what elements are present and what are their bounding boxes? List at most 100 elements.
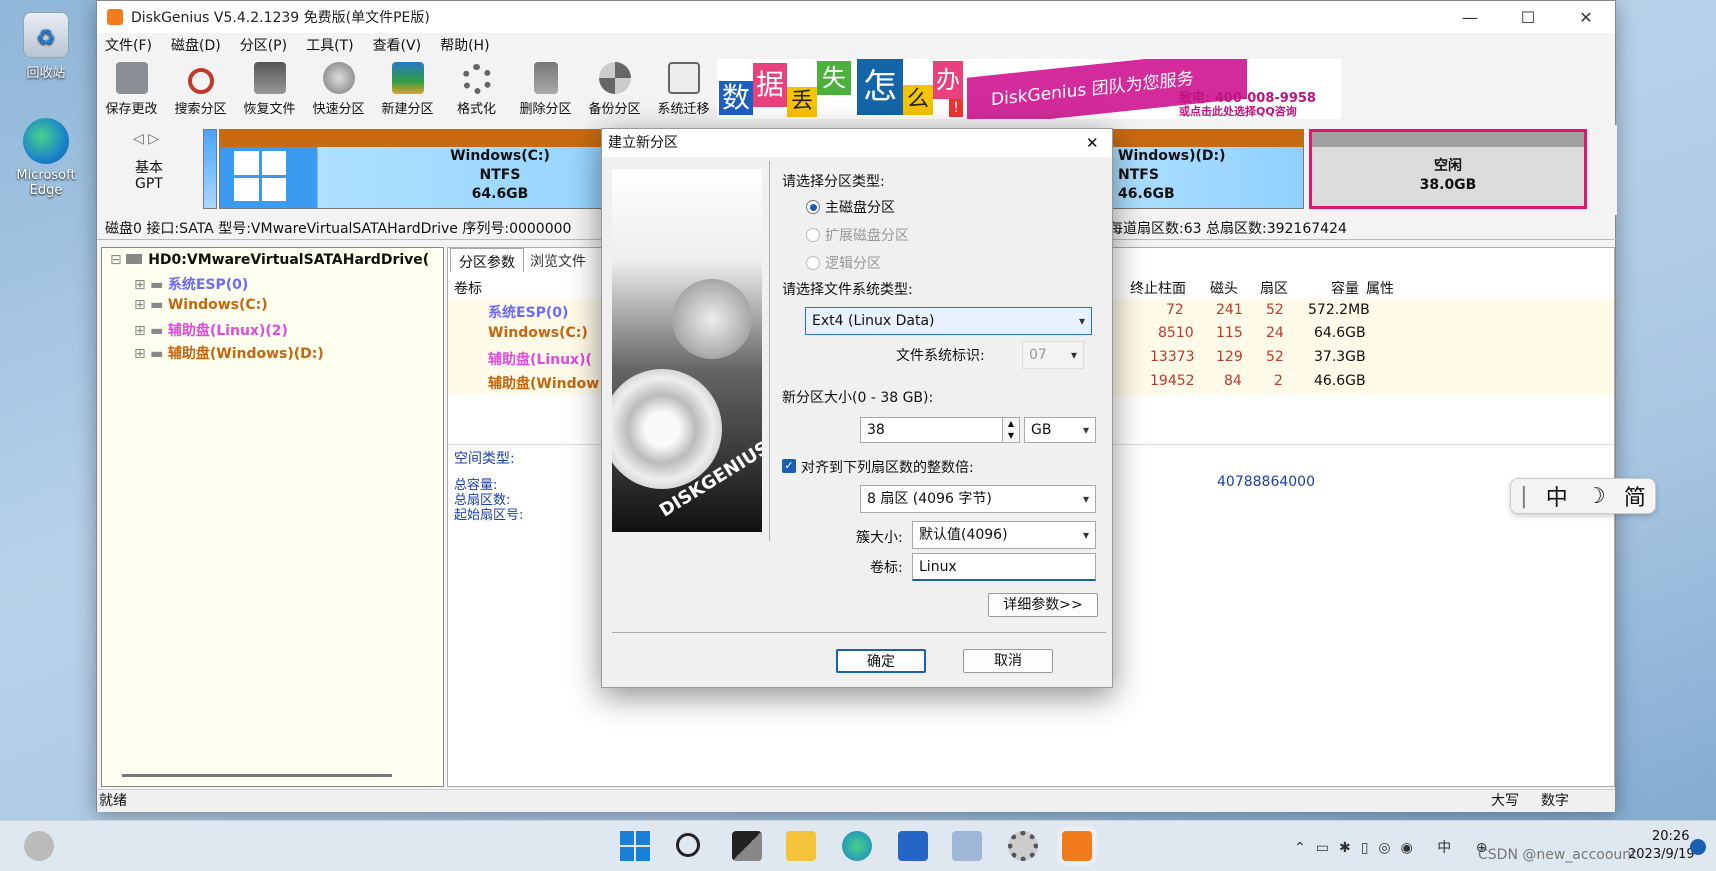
quick-partition-button[interactable]: 快速分区 xyxy=(304,59,373,121)
segment-fs: NTFS xyxy=(1118,167,1159,183)
partition-d-segment[interactable]: Windows)(D:) NTFS 46.6GB xyxy=(1109,129,1304,209)
disk-type: 基本 xyxy=(135,160,163,176)
menu-file[interactable]: 文件(F) xyxy=(105,35,152,55)
new-partition-button[interactable]: 新建分区 xyxy=(373,59,442,121)
menu-partition[interactable]: 分区(P) xyxy=(240,35,287,55)
menu-help[interactable]: 帮助(H) xyxy=(440,35,489,55)
dialog-close-button[interactable]: ✕ xyxy=(1086,129,1099,157)
search-partition-button[interactable]: 搜索分区 xyxy=(166,59,235,121)
trash-icon xyxy=(533,62,558,94)
chevron-down-icon: ▾ xyxy=(1082,528,1089,542)
partition-type-label: 请选择分区类型: xyxy=(782,174,885,190)
tree-item-d[interactable]: ⊞ ▬ 辅助盘(Windows)(D:) xyxy=(134,343,324,363)
fs-type-select[interactable]: Ext4 (Linux Data) ▾ xyxy=(805,307,1092,335)
partition-esp-segment[interactable] xyxy=(203,129,217,209)
tree-item-linux[interactable]: ⊞ ▬ 辅助盘(Linux)(2) xyxy=(134,320,288,340)
align-checkbox[interactable]: ✓ xyxy=(782,459,796,473)
fs-id-select[interactable]: 07 ▾ xyxy=(1022,341,1084,369)
fs-type-label: 请选择文件系统类型: xyxy=(782,282,913,298)
minimize-button[interactable]: — xyxy=(1441,1,1499,33)
banner-char: 据 xyxy=(753,63,787,107)
delete-partition-button[interactable]: 删除分区 xyxy=(511,59,580,121)
clock-time[interactable]: 20:26 xyxy=(1652,829,1689,844)
tray-icons[interactable]: ⌃▭✱▯◎◉ 中 ⊕ xyxy=(1294,837,1497,857)
diskgenius-taskbar-icon[interactable] xyxy=(1062,831,1092,861)
banner-char: 怎 xyxy=(857,59,903,115)
store-icon[interactable] xyxy=(898,831,928,861)
primary-partition-radio[interactable]: 主磁盘分区 xyxy=(806,197,895,217)
settings-icon[interactable] xyxy=(1008,831,1038,861)
segment-size: 38.0GB xyxy=(1419,177,1477,193)
detail-start-sector: 起始扇区号: xyxy=(454,508,524,523)
search-icon[interactable] xyxy=(676,833,700,857)
column-head: 磁头 xyxy=(1210,281,1238,297)
cancel-button[interactable]: 取消 xyxy=(963,649,1053,673)
size-unit-select[interactable]: GB ▾ xyxy=(1024,417,1096,443)
column-sector: 扇区 xyxy=(1260,281,1288,297)
logical-partition-radio[interactable]: 逻辑分区 xyxy=(806,253,881,273)
align-label: 对齐到下列扇区数的整数倍: xyxy=(801,460,974,476)
cluster-select[interactable]: 默认值(4096) ▾ xyxy=(912,521,1096,549)
status-bar: 就绪 大写 数字 xyxy=(97,789,1615,812)
extended-partition-radio[interactable]: 扩展磁盘分区 xyxy=(806,225,909,245)
banner-char: 么 xyxy=(903,85,933,115)
tab-browse-files[interactable]: 浏览文件 xyxy=(522,248,594,272)
align-select[interactable]: 8 扇区 (4096 字节) ▾ xyxy=(860,485,1096,513)
edge-taskbar-icon[interactable] xyxy=(842,831,872,861)
detail-space-type: 空间类型: xyxy=(454,451,515,467)
ime-moon-icon[interactable]: ☽ xyxy=(1586,484,1606,509)
recover-files-button[interactable]: 恢复文件 xyxy=(235,59,304,121)
edge-shortcut[interactable]: Microsoft Edge xyxy=(6,118,86,198)
menu-disk[interactable]: 磁盘(D) xyxy=(171,35,221,55)
ime-chinese-mode[interactable]: 中 xyxy=(1546,480,1568,512)
banner-char: ! xyxy=(949,99,963,117)
menu-view[interactable]: 查看(V) xyxy=(373,35,422,55)
segment-size: 46.6GB xyxy=(1118,186,1175,202)
window-title: DiskGenius V5.4.2.1239 免费版(单文件PE版) xyxy=(131,10,430,26)
status-caps: 大写 xyxy=(1491,793,1519,809)
close-button[interactable]: ✕ xyxy=(1557,1,1615,33)
tree-item-esp[interactable]: ⊞ ▬ 系统ESP(0) xyxy=(134,274,248,294)
notification-badge[interactable] xyxy=(1690,839,1706,855)
tab-partition-params[interactable]: 分区参数 xyxy=(450,248,524,272)
disk-table: GPT xyxy=(135,176,163,192)
file-explorer-icon[interactable] xyxy=(786,831,816,861)
maximize-button[interactable]: ☐ xyxy=(1499,1,1557,33)
recover-icon xyxy=(253,62,286,94)
banner-char: 办 xyxy=(933,61,963,99)
free-space-segment[interactable]: 空闲 38.0GB xyxy=(1309,129,1587,209)
size-spinner[interactable]: ▲ ▼ xyxy=(1002,417,1020,443)
volume-input[interactable]: Linux xyxy=(912,553,1096,581)
system-migrate-button[interactable]: 系统迁移 xyxy=(649,59,718,121)
menu-tools[interactable]: 工具(T) xyxy=(306,35,353,55)
monitor-icon[interactable] xyxy=(952,831,982,861)
detail-params-button[interactable]: 详细参数>> xyxy=(988,593,1098,617)
disk-nav-arrows[interactable]: ◁ ▷ xyxy=(133,131,159,147)
banner-char: 失 xyxy=(817,61,851,95)
tree-scrollbar[interactable] xyxy=(122,774,392,777)
disk-info-left: 磁盘0 接口:SATA 型号:VMwareVirtualSATAHardDriv… xyxy=(105,221,572,237)
tree-root[interactable]: ⊟ HD0:VMwareVirtualSATAHardDrive( xyxy=(110,252,429,268)
segment-name: Windows(C:) xyxy=(450,148,550,164)
disk-info-right: 每道扇区数:63 总扇区数:392167424 xyxy=(1109,221,1347,237)
migrate-icon xyxy=(667,62,700,94)
ad-banner[interactable]: 数 据 丢 失 怎 么 办 ! DiskGenius 团队为您服务 致电: 40… xyxy=(717,59,1341,119)
backup-icon xyxy=(598,62,631,94)
chevron-down-icon: ▾ xyxy=(1082,492,1089,506)
ime-simplified[interactable]: 简 xyxy=(1624,480,1646,512)
ime-handle[interactable]: | xyxy=(1520,484,1527,509)
search-icon xyxy=(187,68,214,94)
save-changes-button[interactable]: 保存更改 xyxy=(97,59,166,121)
backup-partition-button[interactable]: 备份分区 xyxy=(580,59,649,121)
start-icon[interactable] xyxy=(620,831,650,861)
recycle-bin[interactable]: ♻ 回收站 xyxy=(6,12,86,81)
format-button[interactable]: 格式化 xyxy=(442,59,511,121)
tree-item-c[interactable]: ⊞ ▬ Windows(C:) xyxy=(134,297,268,313)
size-input[interactable]: 38 xyxy=(860,417,1015,443)
hard-drive-image: DISKGENIUS xyxy=(612,169,762,532)
widgets-icon[interactable] xyxy=(24,831,54,861)
clock-date[interactable]: 2023/9/19 xyxy=(1628,847,1695,862)
banner-qq: 或点击此处选择QQ咨询 xyxy=(1179,105,1297,118)
task-view-icon[interactable] xyxy=(732,831,762,861)
ok-button[interactable]: 确定 xyxy=(836,649,926,673)
